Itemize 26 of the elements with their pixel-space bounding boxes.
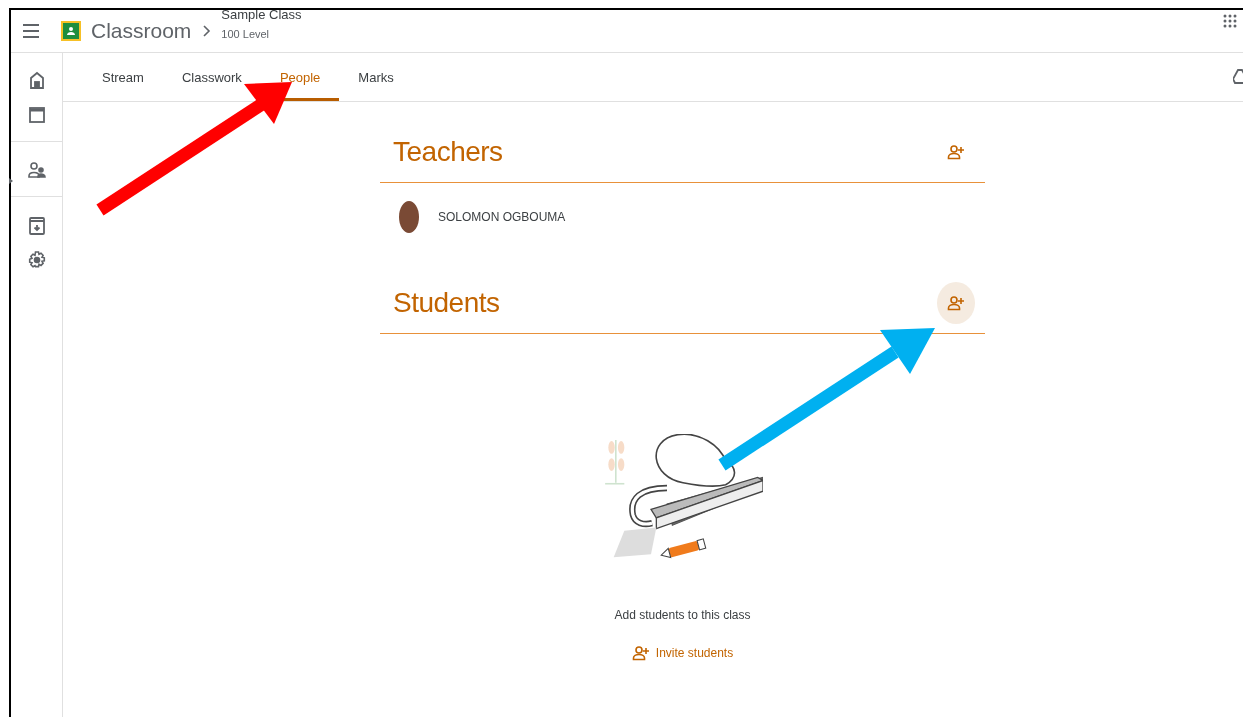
invite-students-button[interactable]: Invite students — [631, 644, 734, 662]
class-name[interactable]: Sample Class — [221, 8, 302, 22]
class-section: 100 Level — [221, 28, 302, 40]
home-icon[interactable] — [28, 71, 45, 89]
section-title: Teachers — [393, 136, 503, 168]
people-icon[interactable] — [27, 162, 46, 178]
tab[interactable]: Classwork — [162, 53, 261, 101]
avatar — [399, 201, 419, 233]
chevron-icon — [203, 25, 212, 37]
calendar-icon[interactable] — [28, 105, 45, 123]
section-title: Students — [393, 287, 500, 319]
settings-icon[interactable] — [27, 251, 46, 269]
tab[interactable]: Marks — [339, 53, 413, 101]
app-title: Classroom — [91, 19, 192, 43]
person-name: SOLOMON OGBOUMA — [438, 210, 566, 224]
empty-message: Add students to this class — [614, 608, 751, 622]
add-person-icon — [947, 294, 965, 312]
caret-icon — [9, 178, 13, 184]
archive-icon[interactable] — [28, 217, 45, 235]
add-person-icon — [947, 143, 965, 161]
add-person-icon — [631, 644, 650, 662]
classroom-logo-icon — [61, 21, 81, 41]
add-person-button[interactable] — [937, 282, 975, 324]
menu-icon[interactable] — [23, 24, 39, 38]
tab[interactable]: Stream — [83, 53, 163, 101]
apps-grid-icon[interactable] — [1223, 14, 1237, 28]
